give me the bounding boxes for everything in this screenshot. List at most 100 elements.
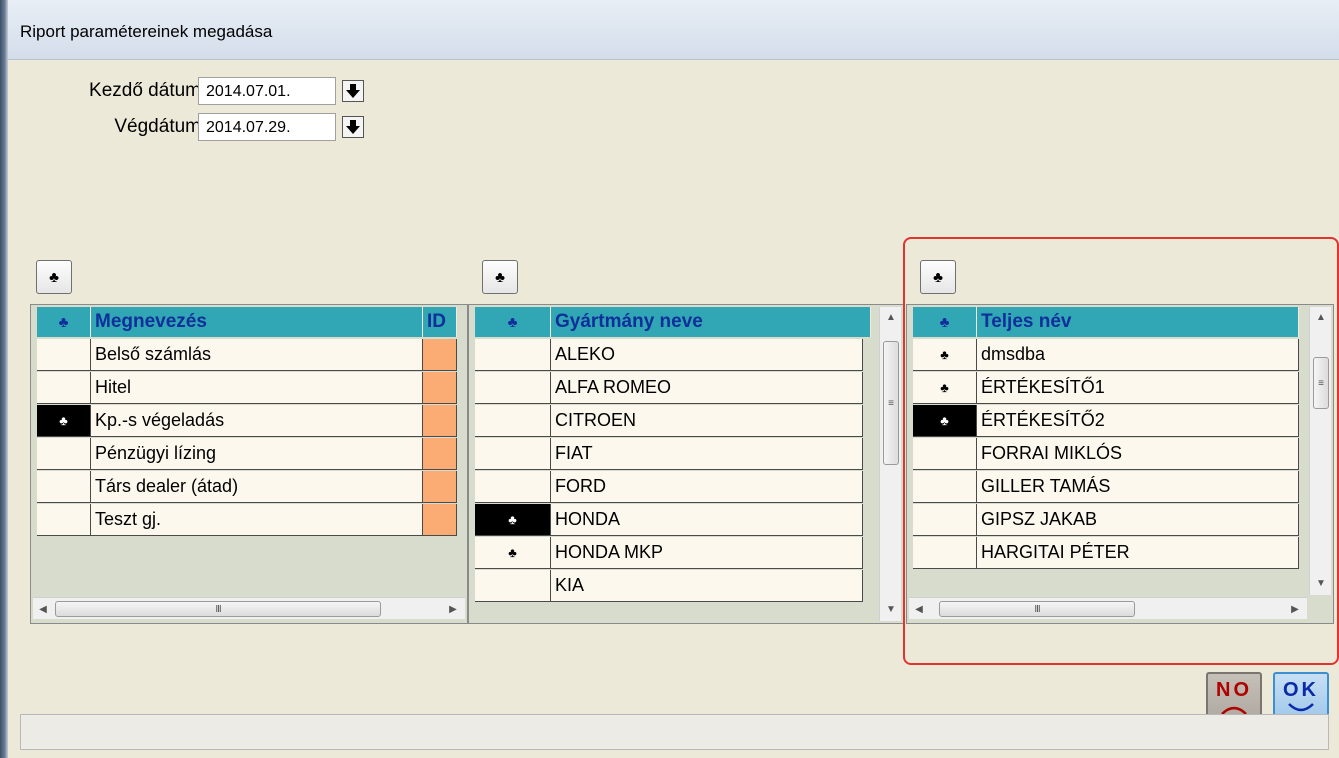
row-select-cell[interactable]: ♣ (475, 537, 551, 569)
row-name-cell[interactable]: HARGITAI PÉTER (977, 537, 1299, 569)
select-all-transaction-types-button[interactable]: ♣ (36, 260, 72, 294)
grid2-vertical-scrollbar[interactable]: ▲ ≡ ▼ (879, 307, 901, 621)
row-name-cell[interactable]: CITROEN (551, 405, 863, 437)
row-name-cell[interactable]: ÉRTÉKESÍTŐ2 (977, 405, 1299, 437)
window-left-edge (0, 0, 8, 758)
row-name-cell[interactable]: HONDA (551, 504, 863, 536)
club-icon: ♣ (508, 512, 517, 527)
row-id-cell[interactable] (423, 471, 457, 503)
row-select-cell[interactable] (913, 438, 977, 470)
user-grid[interactable]: ♣ Teljes név ♣ dmsdba ♣ ÉRTÉKESÍTŐ1 ♣ ÉR… (906, 304, 1334, 624)
row-id-cell[interactable] (423, 405, 457, 437)
grid3-vertical-scrollbar[interactable]: ▲ ≡ ▼ (1309, 307, 1331, 595)
grid2-name-header[interactable]: Gyártmány neve (551, 307, 871, 337)
status-bar (20, 714, 1329, 750)
row-select-cell[interactable] (913, 471, 977, 503)
transaction-type-grid[interactable]: ♣ Megnevezés ID Belső számlás Hitel ♣ Kp… (30, 304, 468, 624)
row-id-cell[interactable] (423, 438, 457, 470)
row-select-cell[interactable] (37, 372, 91, 404)
client-area: Kezdő dátum 2014.07.01. Végdátum 2014.07… (8, 60, 1339, 758)
cancel-button-label: NO (1216, 679, 1252, 701)
report-parameters-window: Riport paramétereinek megadása Kezdő dát… (0, 0, 1339, 758)
row-name-cell[interactable]: Társ dealer (átad) (91, 471, 423, 503)
row-select-cell[interactable] (475, 438, 551, 470)
row-name-cell[interactable]: FIAT (551, 438, 863, 470)
scroll-right-icon[interactable]: ▶ (1285, 598, 1305, 620)
club-icon: ♣ (939, 313, 950, 331)
scroll-down-icon[interactable]: ▼ (880, 599, 902, 619)
title-bar[interactable]: Riport paramétereinek megadása (8, 0, 1339, 60)
row-id-cell[interactable] (423, 504, 457, 536)
row-select-cell[interactable] (37, 504, 91, 536)
club-icon: ♣ (495, 268, 505, 286)
row-name-cell[interactable]: Belső számlás (91, 339, 423, 371)
scroll-up-icon[interactable]: ▲ (880, 307, 902, 327)
start-date-dropdown-button[interactable] (342, 80, 364, 102)
club-icon: ♣ (940, 347, 949, 362)
row-select-cell[interactable] (913, 537, 977, 569)
row-id-cell[interactable] (423, 372, 457, 404)
scroll-left-icon[interactable]: ◀ (909, 598, 929, 620)
row-select-cell[interactable] (37, 438, 91, 470)
row-name-cell[interactable]: Hitel (91, 372, 423, 404)
row-name-cell[interactable]: ÉRTÉKESÍTŐ1 (977, 372, 1299, 404)
row-name-cell[interactable]: HONDA MKP (551, 537, 863, 569)
row-select-cell[interactable]: ♣ (913, 372, 977, 404)
club-icon: ♣ (49, 268, 59, 286)
row-name-cell[interactable]: Kp.-s végeladás (91, 405, 423, 437)
row-name-cell[interactable]: ALEKO (551, 339, 863, 371)
end-date-input[interactable]: 2014.07.29. (198, 113, 336, 141)
scroll-up-icon[interactable]: ▲ (1310, 307, 1332, 327)
grid3-horizontal-scrollbar[interactable]: ◀ III ▶ (909, 597, 1307, 619)
row-name-cell[interactable]: Teszt gj. (91, 504, 423, 536)
club-icon: ♣ (940, 380, 949, 395)
scroll-down-icon[interactable]: ▼ (1310, 573, 1332, 593)
grid3-select-header[interactable]: ♣ (913, 307, 977, 337)
row-select-cell-current[interactable]: ♣ (37, 405, 91, 437)
row-name-cell[interactable]: ALFA ROMEO (551, 372, 863, 404)
start-date-input[interactable]: 2014.07.01. (198, 77, 336, 105)
row-name-cell[interactable]: GILLER TAMÁS (977, 471, 1299, 503)
row-select-cell[interactable] (475, 372, 551, 404)
row-name-cell[interactable]: FORRAI MIKLÓS (977, 438, 1299, 470)
grid1-select-header[interactable]: ♣ (37, 307, 91, 337)
row-select-cell-current[interactable]: ♣ (913, 405, 977, 437)
row-select-cell[interactable] (37, 471, 91, 503)
row-select-cell[interactable] (475, 570, 551, 602)
row-select-cell[interactable] (913, 504, 977, 536)
club-icon: ♣ (940, 413, 949, 428)
row-select-cell[interactable] (475, 471, 551, 503)
row-name-cell[interactable]: dmsdba (977, 339, 1299, 371)
row-name-cell[interactable]: FORD (551, 471, 863, 503)
row-name-cell[interactable]: KIA (551, 570, 863, 602)
row-select-cell[interactable] (475, 339, 551, 371)
row-id-cell[interactable] (423, 339, 457, 371)
end-date-dropdown-button[interactable] (342, 116, 364, 138)
select-all-brands-button[interactable]: ♣ (482, 260, 518, 294)
arrow-down-icon (346, 120, 360, 134)
row-select-cell[interactable] (37, 339, 91, 371)
scroll-thumb[interactable]: ≡ (883, 341, 899, 465)
grid1-horizontal-scrollbar[interactable]: ◀ III ▶ (33, 597, 465, 619)
grid2-select-header[interactable]: ♣ (475, 307, 551, 337)
club-icon: ♣ (58, 313, 69, 331)
grid1-id-header[interactable]: ID (423, 307, 457, 337)
scroll-thumb[interactable]: III (939, 601, 1135, 617)
row-name-cell[interactable]: Pénzügyi lízing (91, 438, 423, 470)
row-select-cell-current[interactable]: ♣ (475, 504, 551, 536)
row-select-cell[interactable] (475, 405, 551, 437)
club-icon: ♣ (508, 545, 517, 560)
row-name-cell[interactable]: GIPSZ JAKAB (977, 504, 1299, 536)
window-title: Riport paramétereinek megadása (20, 22, 273, 41)
club-icon: ♣ (933, 268, 943, 286)
scroll-thumb[interactable]: III (55, 601, 381, 617)
brand-grid[interactable]: ♣ Gyártmány neve ALEKO ALFA ROMEO CITROE… (468, 304, 904, 624)
scroll-left-icon[interactable]: ◀ (33, 598, 53, 620)
scroll-right-icon[interactable]: ▶ (443, 598, 463, 620)
ok-button-label: OK (1283, 679, 1319, 701)
grid3-name-header[interactable]: Teljes név (977, 307, 1299, 337)
select-all-users-button[interactable]: ♣ (920, 260, 956, 294)
scroll-thumb[interactable]: ≡ (1313, 357, 1329, 409)
grid1-name-header[interactable]: Megnevezés (91, 307, 423, 337)
row-select-cell[interactable]: ♣ (913, 339, 977, 371)
